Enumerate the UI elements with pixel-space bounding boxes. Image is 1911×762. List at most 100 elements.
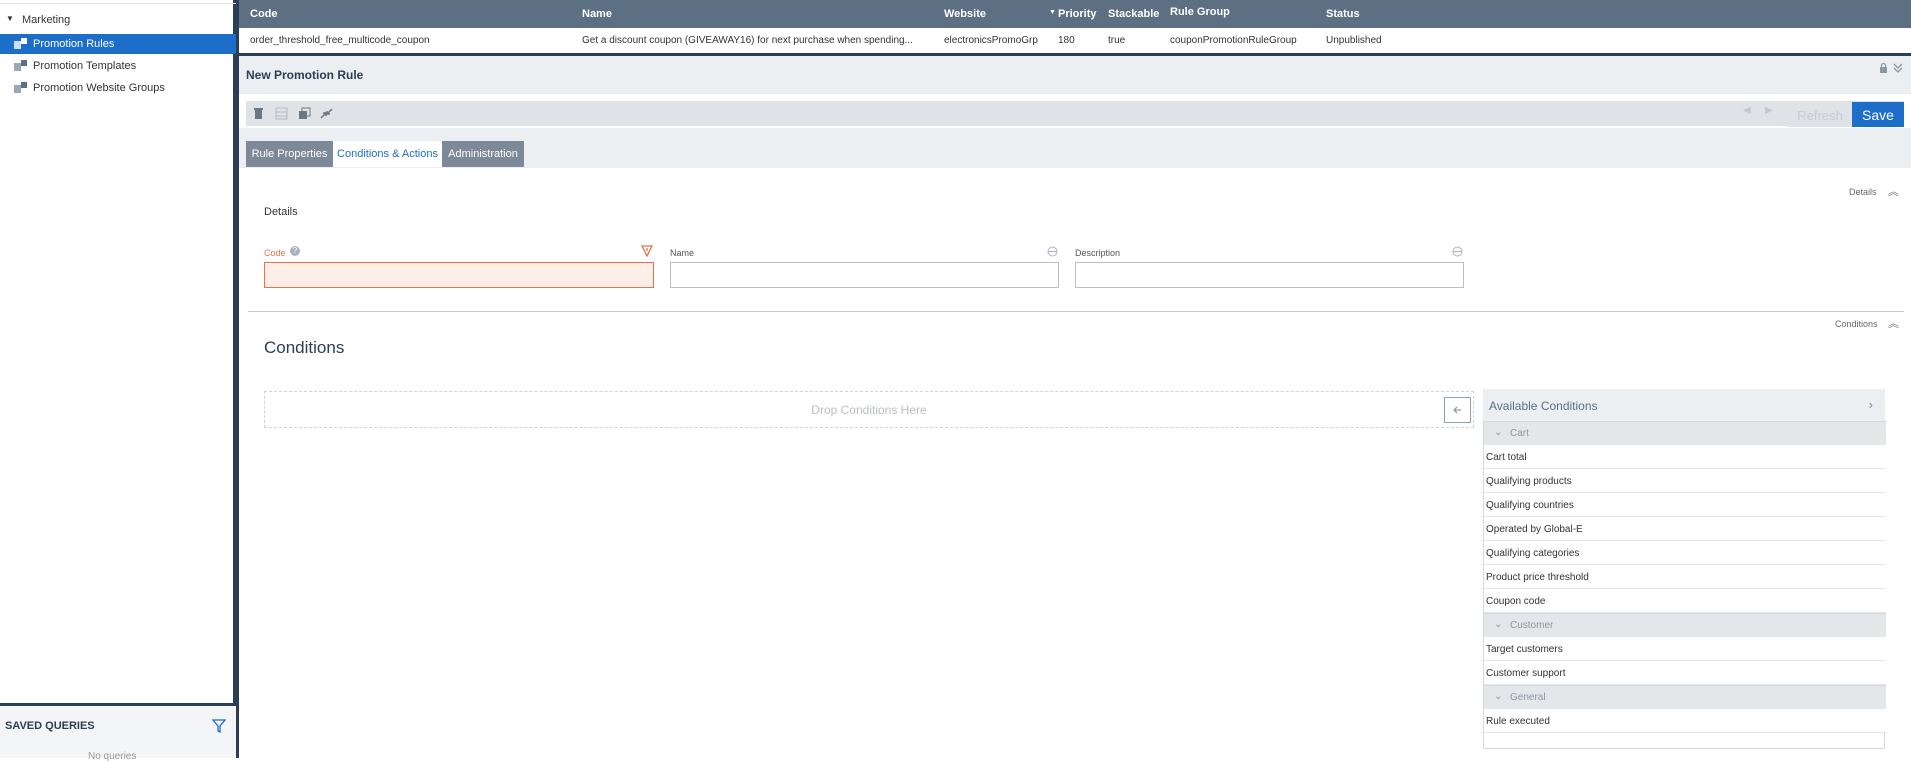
list-item[interactable]: Customer support [1484, 661, 1886, 685]
available-conditions-header[interactable]: Available Conditions › [1483, 389, 1885, 421]
website-group-icon [14, 82, 27, 93]
condition-label: Target customers [1486, 644, 1563, 655]
splitter[interactable] [236, 0, 239, 758]
condition-label: Qualifying products [1486, 476, 1572, 487]
condition-label: Operated by Global-E [1486, 524, 1583, 535]
group-header-general[interactable]: ⌄ General [1484, 685, 1886, 709]
saved-queries-title: SAVED QUERIES [5, 720, 95, 732]
arrow-left-icon [1453, 406, 1461, 414]
drop-conditions-zone[interactable]: Drop Conditions Here [264, 391, 1474, 428]
condition-label: Coupon code [1486, 596, 1546, 607]
cell-name: Get a discount coupon (GIVEAWAY16) for n… [582, 35, 913, 46]
description-input[interactable] [1075, 262, 1464, 288]
next-icon[interactable]: ▶ [1765, 105, 1773, 116]
chevron-down-icon: ⌄ [1494, 427, 1503, 438]
available-conditions-panel: Available Conditions › ⌄ Cart Cart total … [1483, 389, 1886, 749]
clone-icon[interactable] [298, 107, 311, 120]
collapse-down-icon[interactable] [1893, 63, 1903, 73]
group-label: Customer [1510, 620, 1554, 631]
collapse-up-icon[interactable]: ︽ [1888, 183, 1899, 199]
cell-rule-group: couponPromotionRuleGroup [1170, 35, 1297, 46]
sidebar-divider [0, 3, 236, 4]
description-label: Description [1075, 248, 1121, 258]
caret-down-icon[interactable]: ▼ [6, 14, 14, 23]
chevron-down-icon: ⌄ [1494, 691, 1503, 702]
editor-title-bar: New Promotion Rule [239, 56, 1911, 94]
grid-header: Code Name Website ▼ Priority Stackable R… [239, 0, 1911, 28]
tab-administration[interactable]: Administration [442, 141, 524, 167]
list-item[interactable]: Rule executed [1484, 709, 1886, 733]
sort-desc-icon: ▼ [1049, 9, 1056, 16]
collapse-up-icon[interactable]: ︽ [1888, 315, 1899, 331]
condition-label: Cart total [1486, 452, 1527, 463]
required-icon [641, 245, 653, 257]
group-label: General [1510, 692, 1546, 703]
sidebar: ▼ Marketing Promotion Rules Promotion Te… [0, 0, 236, 762]
filter-icon[interactable] [212, 719, 226, 733]
name-label: Name [670, 248, 695, 258]
sidebar-item-promotion-templates[interactable]: Promotion Templates [0, 56, 236, 76]
tab-conditions-actions[interactable]: Conditions & Actions [333, 141, 442, 167]
editor-toolbar: ◀ ▶ [246, 101, 1904, 126]
localize-icon[interactable] [1047, 246, 1058, 257]
sidebar-item-label: Promotion Rules [33, 38, 115, 50]
compare-icon[interactable] [320, 107, 333, 120]
available-conditions-list: ⌄ Cart Cart total Qualifying products Qua… [1483, 421, 1886, 749]
group-label: Cart [1510, 428, 1529, 439]
saved-queries-empty: No queries [88, 751, 137, 762]
condition-label: Qualifying countries [1486, 500, 1574, 511]
available-conditions-title: Available Conditions [1489, 399, 1598, 413]
delete-icon[interactable] [252, 107, 265, 120]
code-input[interactable] [264, 262, 654, 288]
chevron-down-icon: ⌄ [1494, 619, 1503, 630]
add-condition-button[interactable] [1444, 397, 1471, 423]
cell-stackable: true [1108, 35, 1126, 46]
list-item[interactable]: Qualifying categories [1484, 541, 1886, 565]
condition-label: Customer support [1486, 668, 1566, 679]
name-input[interactable] [670, 262, 1059, 288]
list-item[interactable]: Target customers [1484, 637, 1886, 661]
editor-title: New Promotion Rule [246, 68, 364, 82]
group-header-cart[interactable]: ⌄ Cart [1484, 421, 1886, 445]
section-divider [248, 311, 1904, 312]
sidebar-item-label: Promotion Templates [33, 60, 137, 72]
tab-rule-properties[interactable]: Rule Properties [246, 141, 333, 167]
lock-icon[interactable] [1879, 63, 1888, 73]
condition-label: Qualifying categories [1486, 548, 1580, 559]
tree-node-label: Marketing [22, 14, 71, 26]
column-header-stackable[interactable]: Stackable [1108, 8, 1159, 20]
code-label: Code [264, 248, 286, 258]
help-icon[interactable]: ? [290, 246, 300, 256]
localize-icon[interactable] [1452, 246, 1463, 257]
tree-node-marketing[interactable]: ▼ Marketing [0, 11, 236, 29]
refresh-button[interactable]: Refresh [1787, 103, 1853, 127]
column-header-rule-group[interactable]: Rule Group [1170, 6, 1230, 18]
sidebar-item-promotion-rules[interactable]: Promotion Rules [0, 34, 236, 54]
column-header-website[interactable]: Website [944, 8, 986, 20]
details-heading: Details [264, 206, 298, 218]
list-item[interactable]: Qualifying countries [1484, 493, 1886, 517]
column-header-code[interactable]: Code [250, 8, 278, 20]
sidebar-item-promotion-website-groups[interactable]: Promotion Website Groups [0, 78, 236, 98]
section-label-conditions: Conditions [1835, 319, 1878, 329]
list-item[interactable]: Cart total [1484, 445, 1886, 469]
column-header-status[interactable]: Status [1326, 8, 1360, 20]
cell-code: order_threshold_free_multicode_coupon [250, 35, 430, 46]
chevron-right-icon[interactable]: › [1869, 397, 1873, 412]
grid-view-icon[interactable] [275, 107, 288, 120]
promotion-rule-icon [14, 38, 27, 49]
save-button[interactable]: Save [1852, 102, 1904, 127]
cell-website: electronicsPromoGrp [944, 35, 1038, 46]
list-item[interactable]: Coupon code [1484, 589, 1886, 613]
sidebar-item-label: Promotion Website Groups [33, 82, 165, 94]
column-header-name[interactable]: Name [582, 8, 612, 20]
previous-icon[interactable]: ◀ [1743, 105, 1751, 116]
group-header-customer[interactable]: ⌄ Customer [1484, 613, 1886, 637]
list-item[interactable]: Qualifying products [1484, 469, 1886, 493]
table-row[interactable]: order_threshold_free_multicode_coupon Ge… [239, 28, 1911, 52]
column-header-priority[interactable]: Priority [1058, 8, 1097, 20]
list-item[interactable]: Operated by Global-E [1484, 517, 1886, 541]
saved-queries-panel: SAVED QUERIES No queries [0, 703, 236, 762]
list-item[interactable]: Product price threshold [1484, 565, 1886, 589]
section-label-details: Details [1849, 187, 1877, 197]
